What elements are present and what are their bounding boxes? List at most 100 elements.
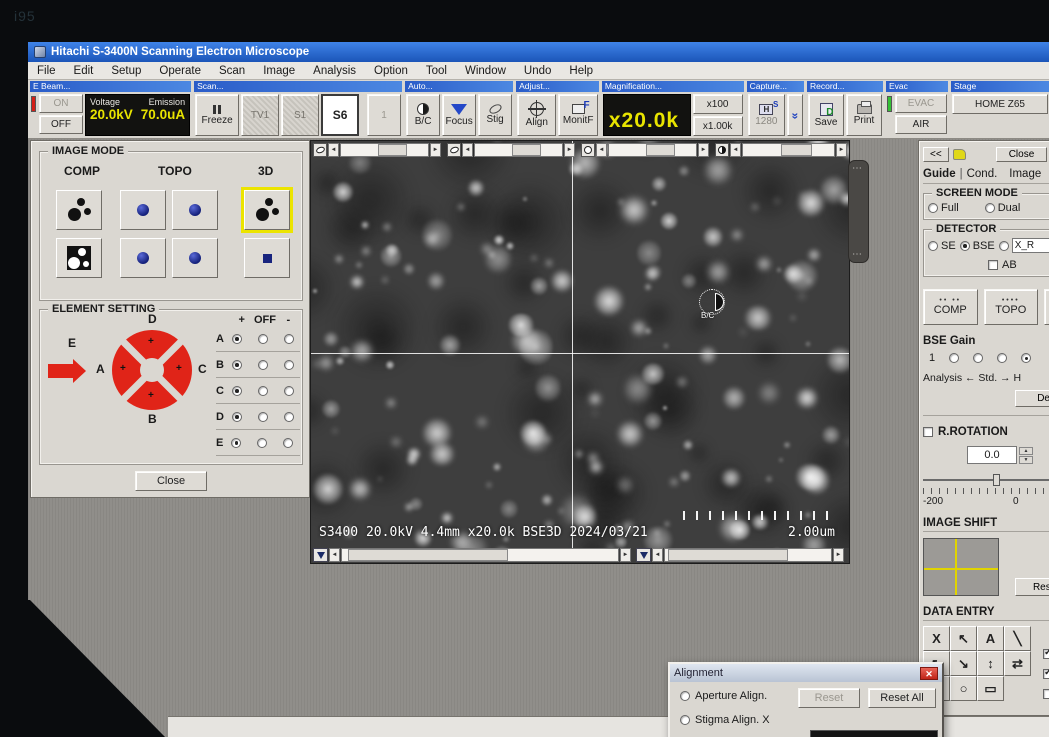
scan-s1-button[interactable]: S1 xyxy=(281,94,319,136)
radio[interactable] xyxy=(960,241,970,251)
capture-resolution-button[interactable]: H 1280 xyxy=(748,94,785,136)
arrow-pair-icon[interactable]: ⇄ xyxy=(1004,651,1031,676)
line-icon[interactable]: ╲ xyxy=(1004,626,1031,651)
comp-mode-button[interactable]: •• •• COMP xyxy=(923,289,978,325)
third-mode-button[interactable] xyxy=(1044,289,1049,325)
bse-gain-radio-2[interactable] xyxy=(973,353,983,363)
freeze-button[interactable]: Freeze xyxy=(195,94,239,136)
slider-left-arrow[interactable]: ◄ xyxy=(462,143,473,157)
panel-close-button[interactable]: Close xyxy=(135,471,207,491)
menu-item[interactable]: Option xyxy=(365,64,417,78)
panel-close-button[interactable]: Close xyxy=(996,147,1048,162)
image-mode-comp-multi-button[interactable] xyxy=(56,190,102,230)
radio[interactable] xyxy=(680,691,690,701)
image-mode-topo-a-button[interactable] xyxy=(120,190,166,230)
window-scroll-handle[interactable] xyxy=(848,160,869,263)
menu-item[interactable]: Image xyxy=(254,64,304,78)
text-label-icon[interactable]: A xyxy=(977,626,1004,651)
mag-x100-button[interactable]: x100 xyxy=(693,94,743,114)
ellipse-icon[interactable]: ○ xyxy=(950,676,977,701)
air-button[interactable]: AIR xyxy=(895,115,947,134)
slider-left-arrow[interactable]: ◄ xyxy=(730,143,741,157)
element-quadrant-diagram[interactable]: + + + + xyxy=(112,330,192,410)
radio[interactable] xyxy=(985,203,995,213)
stage-home-button[interactable]: HOME Z65 xyxy=(952,94,1048,114)
image-mode-topo-b-button[interactable] xyxy=(172,190,218,230)
slider-thumb[interactable] xyxy=(668,549,788,561)
sem-image-canvas[interactable]: ◄ ► ◄ ► ◄ ► ◄ ► xyxy=(311,141,849,548)
detector-bse-option[interactable]: BSE xyxy=(960,240,995,252)
element-minus-radio[interactable] xyxy=(284,386,294,396)
bse-gain-radio-3[interactable] xyxy=(997,353,1007,363)
element-off-radio[interactable] xyxy=(258,334,268,344)
element-minus-radio[interactable] xyxy=(284,360,294,370)
abs-checkbox[interactable] xyxy=(988,260,998,270)
image-mode-3d-small-button[interactable] xyxy=(244,238,290,278)
slider-right-arrow[interactable]: ► xyxy=(564,143,575,157)
image-mode-3d-button-selected[interactable] xyxy=(244,190,290,230)
slider-left-arrow[interactable]: ◄ xyxy=(329,548,340,562)
ebeam-off-button[interactable]: OFF xyxy=(39,115,83,134)
menu-item[interactable]: Edit xyxy=(65,64,103,78)
arrow-measure-icon[interactable]: ↕ xyxy=(977,651,1004,676)
spin-down-icon[interactable]: ▼ xyxy=(1019,456,1033,464)
pointer-icon[interactable]: ↖ xyxy=(950,626,977,651)
checkbox[interactable] xyxy=(1043,669,1049,679)
slider-thumb[interactable] xyxy=(512,144,542,156)
pin-icon[interactable] xyxy=(953,149,966,160)
slider-right-arrow[interactable]: ► xyxy=(698,143,709,157)
arrow-thick-icon[interactable]: ↘ xyxy=(950,651,977,676)
bottom-slider-2[interactable]: ◄ ► xyxy=(636,548,844,562)
topo-mode-button[interactable]: •••• TOPO xyxy=(984,289,1039,325)
evac-button[interactable]: EVAC xyxy=(895,94,947,113)
bottom-slider-1[interactable]: ◄ ► xyxy=(313,548,631,562)
slider-left-arrow[interactable]: ◄ xyxy=(328,143,339,157)
tab-guide[interactable]: Guide xyxy=(923,168,956,180)
menu-item[interactable]: File xyxy=(28,64,65,78)
image-mode-comp-inverse-button[interactable] xyxy=(56,238,102,278)
save-button[interactable]: Save xyxy=(808,94,844,136)
spin-up-icon[interactable]: ▲ xyxy=(1019,447,1033,455)
screen-mode-dual-option[interactable]: Dual xyxy=(985,202,1021,214)
print-button[interactable]: Print xyxy=(846,94,882,136)
menu-item[interactable]: Scan xyxy=(210,64,254,78)
menu-item[interactable]: Setup xyxy=(102,64,150,78)
menu-item[interactable]: Help xyxy=(560,64,602,78)
menu-item[interactable]: Operate xyxy=(150,64,210,78)
slider-right-arrow[interactable]: ► xyxy=(620,548,631,562)
detail-button[interactable]: Detail xyxy=(1015,390,1049,407)
slider-left-arrow[interactable]: ◄ xyxy=(596,143,607,157)
screen-mode-full-option[interactable]: Full xyxy=(928,202,959,214)
delete-cross-icon[interactable]: X xyxy=(923,626,950,651)
bse-gain-radio-4[interactable] xyxy=(1021,353,1031,363)
image-shift-reset-button[interactable]: Reset xyxy=(1015,578,1049,596)
radio[interactable] xyxy=(928,203,938,213)
element-minus-radio[interactable] xyxy=(283,438,293,448)
slider-right-arrow[interactable]: ► xyxy=(430,143,441,157)
element-minus-radio[interactable] xyxy=(284,412,294,422)
adjust-slider-2[interactable]: ◄ ► xyxy=(447,143,575,157)
auto-bc-button[interactable]: B/C xyxy=(406,94,440,136)
checkbox[interactable] xyxy=(1043,689,1049,699)
slider-thumb[interactable] xyxy=(646,144,676,156)
adjust-align-button[interactable]: Align xyxy=(517,94,556,136)
slider-thumb[interactable] xyxy=(348,549,508,561)
adjust-monitf-button[interactable]: MonitF xyxy=(558,94,597,136)
tab-cond[interactable]: Cond. xyxy=(967,168,998,180)
element-plus-radio[interactable] xyxy=(232,386,242,396)
show-checkbox-2[interactable]: Sh xyxy=(1043,668,1049,680)
alignment-dialog-titlebar[interactable]: Alignment ✕ xyxy=(670,664,942,682)
element-off-radio[interactable] xyxy=(258,386,268,396)
alignment-reset-all-button[interactable]: Reset All xyxy=(868,688,936,708)
menu-item[interactable]: Undo xyxy=(515,64,561,78)
slider-thumb[interactable] xyxy=(781,144,812,156)
auto-focus-button[interactable]: Focus xyxy=(442,94,476,136)
menu-item[interactable]: Analysis xyxy=(304,64,365,78)
slider-right-arrow[interactable]: ► xyxy=(833,548,844,562)
slider-left-arrow[interactable]: ◄ xyxy=(652,548,663,562)
aperture-align-option[interactable]: Aperture Align. xyxy=(680,690,767,702)
triangle-down-icon[interactable] xyxy=(313,548,328,562)
radio[interactable] xyxy=(680,715,690,725)
show-checkbox-1[interactable]: Sh xyxy=(1043,648,1049,660)
image-shift-pad[interactable] xyxy=(923,538,999,596)
